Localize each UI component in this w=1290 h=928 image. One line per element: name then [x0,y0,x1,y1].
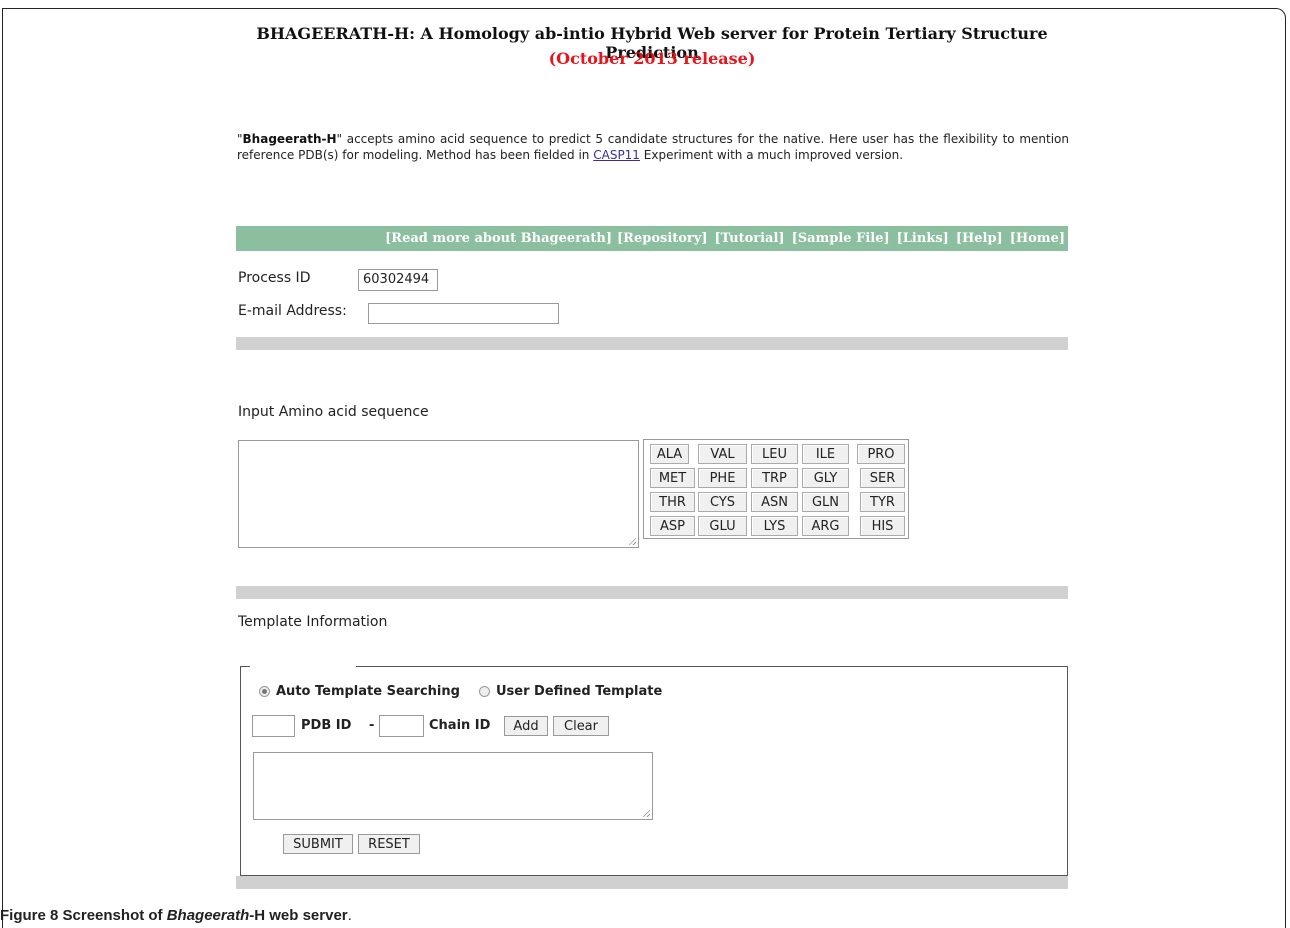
sequence-label: Input Amino acid sequence [238,404,429,420]
pdb-id-label: PDB ID [301,718,352,733]
caption-italic: Bhageerath [166,907,250,924]
aa-button-leu[interactable]: LEU [751,444,798,464]
casp11-link[interactable]: CASP11 [593,148,640,162]
nav-tutorial-link[interactable]: [Tutorial] [715,231,785,246]
aa-button-arg[interactable]: ARG [802,516,849,536]
chain-id-input[interactable] [379,715,424,737]
divider [236,586,1068,599]
figure-caption: Figure 8 Screenshot of Bhageerath-H web … [0,907,352,924]
aa-button-his[interactable]: HIS [860,516,905,536]
caption-text-b: -H web server [249,907,348,924]
email-field[interactable] [368,303,559,324]
divider [236,337,1068,350]
process-id-field[interactable]: 60302494 [358,269,438,291]
nav-sample-file-link[interactable]: [Sample File] [792,231,890,246]
aa-button-phe[interactable]: PHE [698,468,747,488]
caption-period: . [347,907,352,924]
nav-read-more-link[interactable]: [Read more about Bhageerath] [385,231,612,246]
aa-button-ile[interactable]: ILE [802,444,849,464]
sequence-textarea[interactable] [238,440,639,548]
aa-button-ala[interactable]: ALA [650,444,689,464]
user-template-label[interactable]: User Defined Template [496,684,662,699]
aa-button-trp[interactable]: TRP [751,468,798,488]
intro-text-2: Experiment with a much improved version. [639,148,904,162]
aa-button-gly[interactable]: GLY [802,468,849,488]
aa-button-pro[interactable]: PRO [857,444,905,464]
pdb-id-input[interactable] [252,715,295,737]
fieldset-legend-gap [250,664,356,668]
divider [236,876,1068,889]
process-id-label: Process ID [238,270,311,286]
resize-grip-icon[interactable] [628,537,636,545]
aa-button-asp[interactable]: ASP [650,516,695,536]
nav-bar: [Read more about Bhageerath] [Repository… [236,226,1068,251]
aa-button-asn[interactable]: ASN [751,492,798,512]
auto-template-radio[interactable] [259,686,270,697]
aa-button-glu[interactable]: GLU [698,516,747,536]
aa-button-met[interactable]: MET [650,468,695,488]
aa-button-thr[interactable]: THR [650,492,695,512]
nav-repository-link[interactable]: [Repository] [617,231,707,246]
aa-button-ser[interactable]: SER [860,468,905,488]
intro-server-name: Bhageerath-H [242,132,337,146]
nav-help-link[interactable]: [Help] [956,231,1003,246]
email-label: E-mail Address: [238,303,347,319]
amino-acid-keypad: ALA VAL LEU ILE PRO MET PHE TRP GLY SER … [643,439,909,539]
intro-paragraph: "Bhageerath-H" accepts amino acid sequen… [237,131,1069,163]
release-subtitle: (October 2013 release) [548,49,756,68]
aa-button-lys[interactable]: LYS [751,516,798,536]
add-button[interactable]: Add [504,716,548,736]
auto-template-label[interactable]: Auto Template Searching [276,684,460,699]
chain-id-label: Chain ID [429,718,491,733]
aa-button-gln[interactable]: GLN [802,492,849,512]
caption-text-a: Screenshot of [58,907,167,924]
user-template-radio[interactable] [479,686,490,697]
resize-grip-icon[interactable] [642,809,650,817]
template-info-label: Template Information [238,614,388,630]
clear-button[interactable]: Clear [553,716,609,736]
id-separator: - [369,718,375,733]
aa-button-tyr[interactable]: TYR [860,492,905,512]
submit-button[interactable]: SUBMIT [283,834,353,854]
nav-links-link[interactable]: [Links] [897,231,949,246]
nav-home-link[interactable]: [Home] [1010,231,1065,246]
aa-button-val[interactable]: VAL [698,444,747,464]
figure-number: Figure 8 [0,907,59,924]
template-list-textarea[interactable] [253,752,653,820]
reset-button[interactable]: RESET [358,834,420,854]
aa-button-cys[interactable]: CYS [698,492,747,512]
